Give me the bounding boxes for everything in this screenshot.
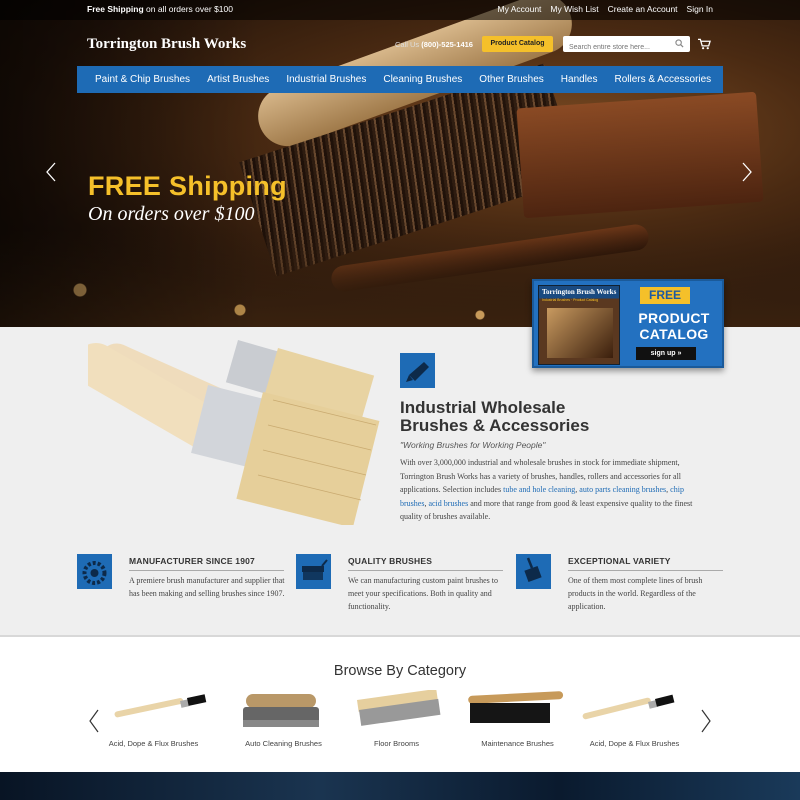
feature-text: We can manufacturing custom paint brushe… — [348, 576, 498, 611]
my-account-link[interactable]: My Account — [497, 4, 541, 14]
paint-brushes-image — [88, 340, 380, 525]
category-label: Acid, Dope & Flux Brushes — [108, 739, 199, 748]
hero-subline: On orders over $100 — [88, 203, 255, 225]
hero-wood-block — [516, 91, 764, 219]
cart-icon[interactable] — [698, 38, 711, 50]
catalog-cover-subtitle: Industrial Brushes · Product Catalog — [542, 298, 599, 302]
hero-prev-arrow-icon[interactable] — [45, 162, 57, 182]
catalog-cover-image: Torrington Brush Works Industrial Brushe… — [538, 285, 620, 365]
feature-title: QUALITY BRUSHES — [348, 556, 503, 571]
catalog-line-2: CATALOG — [639, 326, 709, 342]
catalog-promo[interactable]: Torrington Brush Works Industrial Brushe… — [532, 279, 724, 368]
intro-heading-line-2: Brushes & Accessories — [400, 416, 590, 435]
account-links: My Account My Wish List Create an Accoun… — [497, 4, 713, 14]
category-item[interactable]: Floor Brooms — [339, 688, 454, 748]
catalog-signup-button[interactable]: sign up » — [636, 347, 696, 360]
brush-icon — [296, 554, 331, 589]
acid-brush-image — [114, 694, 207, 718]
top-bar: Free Shipping on all orders over $100 My… — [0, 0, 800, 20]
nav-rollers-accessories[interactable]: Rollers & Accessories — [606, 74, 720, 85]
search-icon[interactable] — [675, 39, 684, 48]
category-item[interactable]: Maintenance Brushes — [460, 690, 575, 748]
main-nav: Paint & Chip Brushes Artist Brushes Indu… — [77, 66, 723, 93]
category-label: Acid, Dope & Flux Brushes — [589, 739, 680, 748]
feature-title: EXCEPTIONAL VARIETY — [568, 556, 723, 571]
catalog-cover-photo — [547, 308, 613, 358]
category-item[interactable]: Auto Cleaning Brushes — [226, 690, 341, 748]
browse-title: Browse By Category — [333, 663, 467, 679]
intro-paragraph: With over 3,000,000 industrial and whole… — [400, 458, 693, 521]
auto-parts-cleaning-link[interactable]: auto parts cleaning brushes — [579, 485, 666, 494]
category-label: Auto Cleaning Brushes — [245, 739, 322, 748]
feature-text: A premiere brush manufacturer and suppli… — [129, 576, 285, 598]
footer-banner — [0, 772, 800, 800]
catalog-line-1: PRODUCT — [638, 310, 710, 326]
category-item[interactable]: Acid, Dope & Flux Brushes — [96, 690, 211, 748]
variety-brush-icon — [516, 554, 551, 589]
acid-brushes-link[interactable]: acid brushes — [428, 499, 468, 508]
floor-broom-image — [357, 688, 441, 726]
free-shipping-notice: Free Shipping on all orders over $100 — [87, 4, 233, 14]
feature-title: MANUFACTURER SINCE 1907 — [129, 556, 284, 571]
create-account-link[interactable]: Create an Account — [608, 4, 678, 14]
site-logo[interactable]: Torrington Brush Works — [87, 36, 246, 53]
intro-tagline: "Working Brushes for Working People" — [400, 440, 546, 450]
category-item[interactable]: Acid, Dope & Flux Brushes — [577, 690, 692, 748]
product-catalog-button[interactable]: Product Catalog — [482, 36, 553, 52]
category-label: Floor Brooms — [373, 739, 419, 748]
browse-next-arrow-icon[interactable] — [701, 709, 711, 733]
sign-in-link[interactable]: Sign In — [687, 4, 713, 14]
nav-other-brushes[interactable]: Other Brushes — [471, 74, 552, 85]
maintenance-brush-image — [468, 691, 564, 723]
nav-handles[interactable]: Handles — [552, 74, 606, 85]
free-tag: FREE — [640, 287, 690, 304]
nav-artist-brushes[interactable]: Artist Brushes — [199, 74, 278, 85]
brush-logo-icon — [400, 353, 435, 388]
gear-icon — [77, 554, 112, 589]
nav-cleaning-brushes[interactable]: Cleaning Brushes — [375, 74, 471, 85]
tube-hole-cleaning-link[interactable]: tube and hole cleaning — [503, 485, 575, 494]
search-input[interactable] — [563, 39, 668, 56]
hero-next-arrow-icon[interactable] — [741, 162, 753, 182]
hero-headline: FREE Shipping — [88, 171, 287, 201]
intro-heading-line-1: Industrial Wholesale — [400, 398, 566, 417]
catalog-cover-title: Torrington Brush Works — [542, 288, 617, 296]
search-box — [563, 36, 690, 56]
feature-text: One of them most complete lines of brush… — [568, 576, 703, 611]
call-us: Call Us (800)-525-1416 — [395, 40, 473, 49]
nav-industrial-brushes[interactable]: Industrial Brushes — [278, 74, 375, 85]
phone-number[interactable]: (800)-525-1416 — [421, 40, 473, 49]
acid-brush-image — [582, 694, 675, 720]
nav-paint-chip-brushes[interactable]: Paint & Chip Brushes — [77, 74, 199, 85]
wish-list-link[interactable]: My Wish List — [550, 4, 598, 14]
auto-cleaning-brush-image — [243, 694, 319, 727]
category-label: Maintenance Brushes — [481, 739, 554, 748]
